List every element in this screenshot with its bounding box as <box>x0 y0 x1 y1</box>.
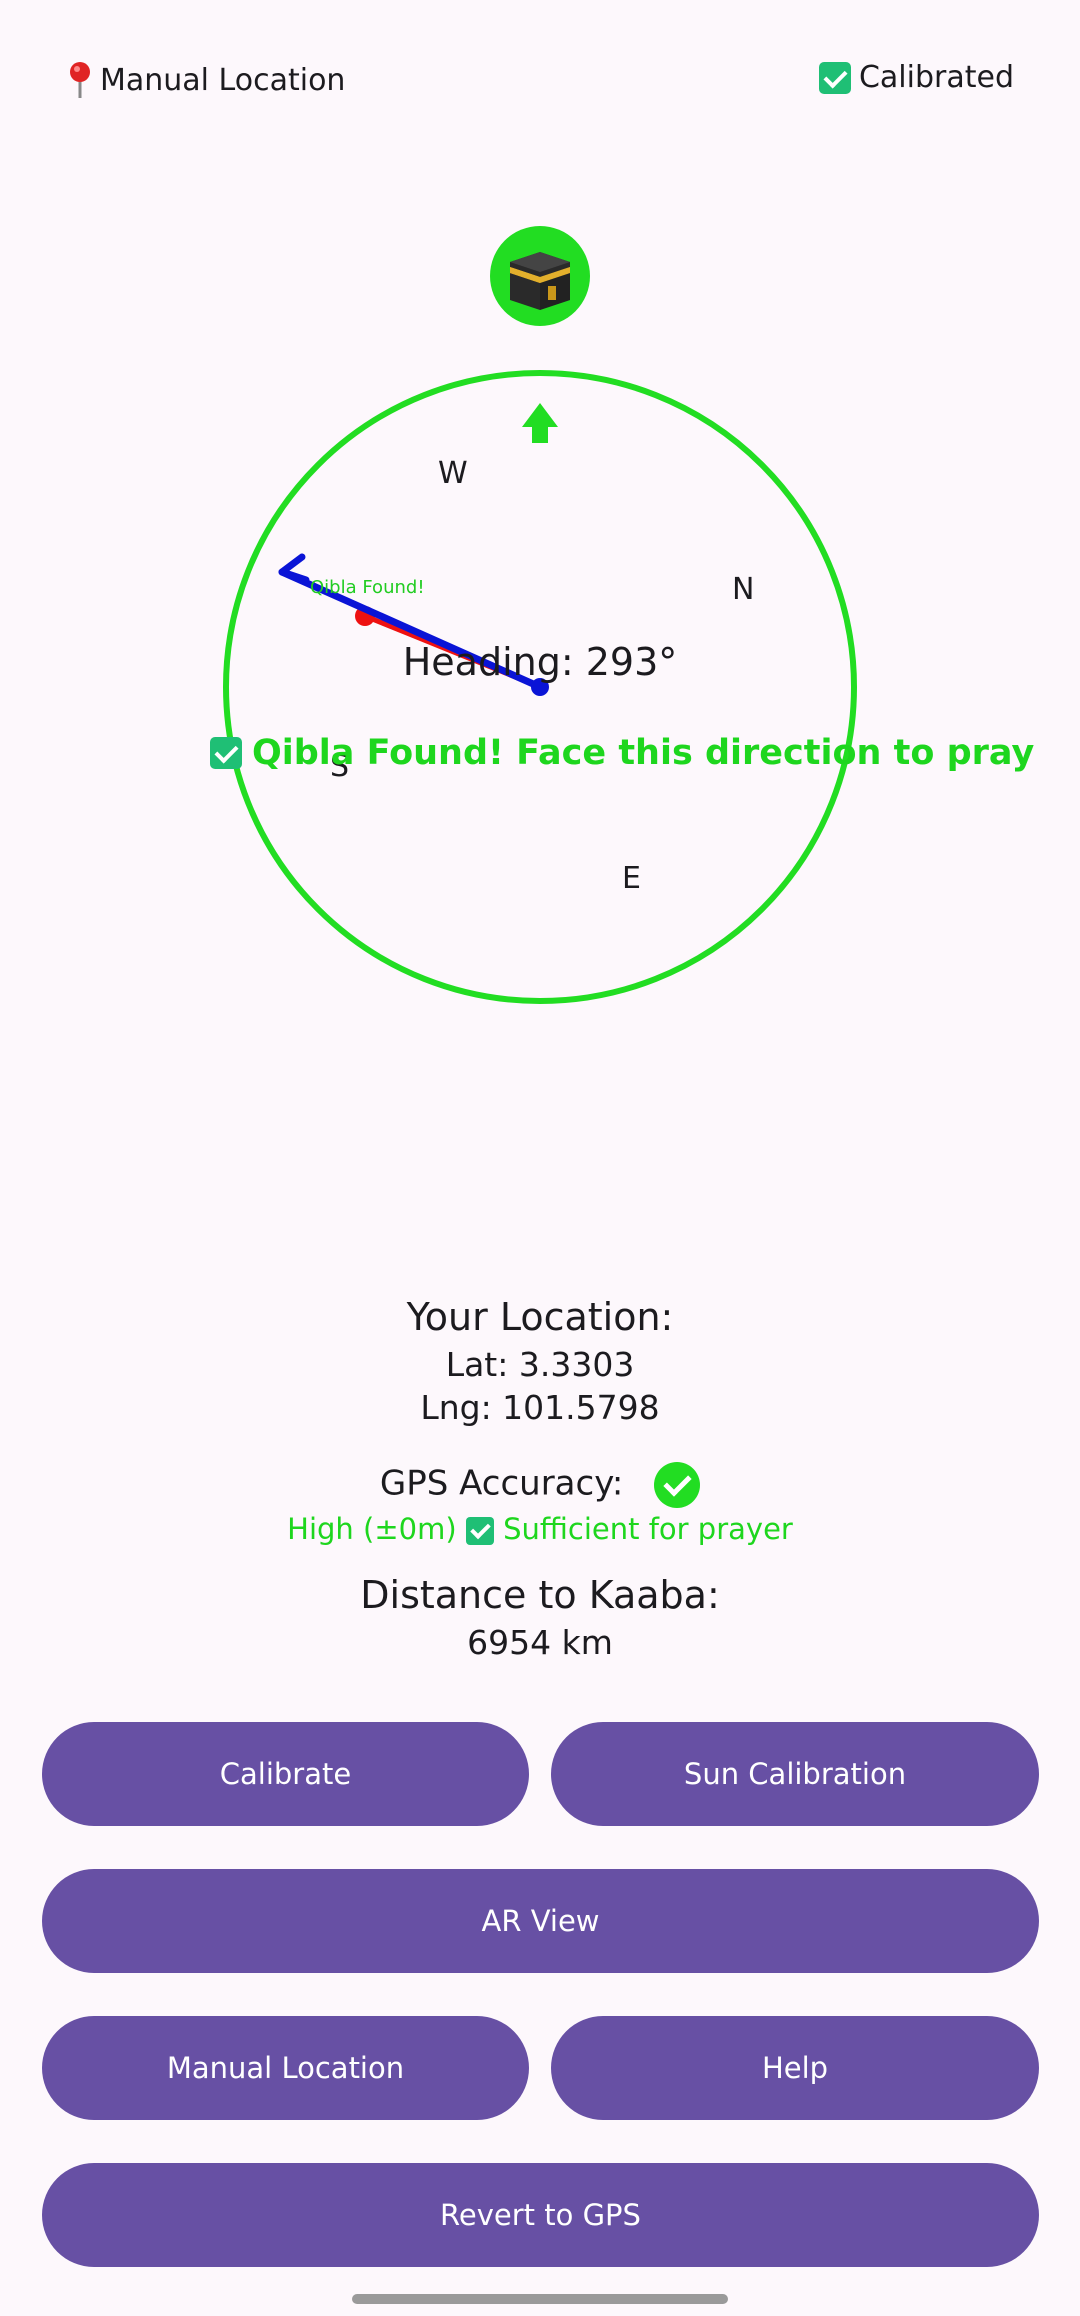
direction-e: E <box>622 861 641 896</box>
direction-n: N <box>732 572 755 607</box>
north-pointer-icon <box>522 403 558 443</box>
location-mode-label: Manual Location <box>100 62 346 98</box>
gps-accuracy-value: High (±0m) <box>287 1512 457 1546</box>
home-indicator[interactable] <box>352 2294 728 2304</box>
latitude-value: Lat: 3.3303 <box>445 1345 635 1384</box>
check-box-icon <box>818 61 851 94</box>
kaaba-icon <box>510 252 570 310</box>
check-box-icon <box>465 1517 494 1545</box>
kaaba-badge <box>490 226 590 326</box>
distance-section: Distance to Kaaba: 6954 km <box>0 1573 1080 1662</box>
location-section: Your Location: Lat: 3.3303 Lng: 101.5798 <box>0 1295 1080 1427</box>
top-row: Manual Location Calibrated <box>0 60 1080 110</box>
qibla-found-text: Qibla Found! Face this direction to pray <box>252 733 1035 773</box>
heading-readout: Heading: 293° <box>402 640 678 684</box>
distance-value: 6954 km <box>467 1623 613 1662</box>
manual-location-button[interactable]: Manual Location <box>42 2016 529 2120</box>
revert-to-gps-button[interactable]: Revert to GPS <box>42 2163 1039 2267</box>
location-mode-indicator: Manual Location <box>66 60 345 100</box>
longitude-value: Lng: 101.5798 <box>420 1388 660 1427</box>
gps-accuracy-section: GPS Accuracy: High (±0m) Sufficient for … <box>0 1462 1080 1546</box>
gps-accuracy-title: GPS Accuracy: <box>379 1463 624 1504</box>
gps-accuracy-detail: High (±0m) Sufficient for prayer <box>0 1512 1080 1546</box>
qibla-found-message: Qibla Found! Face this direction to pray <box>210 733 1034 773</box>
direction-w: W <box>438 456 468 491</box>
calibration-status: Calibrated <box>818 60 1014 95</box>
gps-accuracy-row: GPS Accuracy: <box>0 1462 1080 1508</box>
arrow-label: Qibla Found! <box>310 577 425 598</box>
calibration-status-label: Calibrated <box>858 60 1014 95</box>
status-bar <box>0 0 1080 50</box>
needle-arrowhead-icon <box>278 553 310 584</box>
distance-title: Distance to Kaaba: <box>360 1573 720 1617</box>
check-box-icon <box>210 737 242 769</box>
map-pin-icon <box>66 60 94 100</box>
help-button[interactable]: Help <box>551 2016 1039 2120</box>
check-circle-icon <box>654 1462 701 1508</box>
location-title: Your Location: <box>406 1295 674 1339</box>
calibrate-button[interactable]: Calibrate <box>42 1722 529 1826</box>
gps-sufficient-text: Sufficient for prayer <box>503 1512 793 1546</box>
ar-view-button[interactable]: AR View <box>42 1869 1039 1973</box>
sun-calibration-button[interactable]: Sun Calibration <box>551 1722 1039 1826</box>
qibla-compass: W N S E Qibla Found! <box>220 367 860 1007</box>
